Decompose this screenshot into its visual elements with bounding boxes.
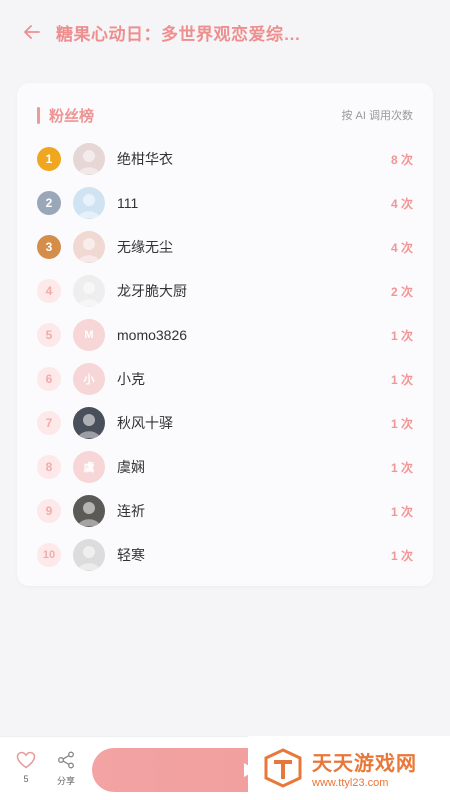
fan-name: 虞娴 [117, 459, 145, 475]
rank-badge: 10 [37, 543, 61, 567]
like-count: 5 [23, 774, 29, 784]
fan-ranking-card: 粉丝榜 按 AI 调用次数 1 绝柑华衣 8 次 2 111 4 次 3 无缘无尘 4 次 4 龙牙… [17, 83, 433, 586]
fan-name: 轻寒 [117, 547, 145, 563]
fan-row[interactable]: 10 轻寒 1 次 [17, 533, 433, 577]
avatar[interactable]: 虞 [73, 451, 105, 483]
fan-name: momo3826 [117, 327, 188, 343]
usage-count: 1 次 [390, 328, 413, 343]
avatar[interactable] [73, 187, 105, 219]
fan-row[interactable]: 2 111 4 次 [17, 181, 433, 225]
header: 糖果心动日：多世界观恋爱综… [0, 0, 450, 64]
avatar[interactable] [73, 407, 105, 439]
fan-row[interactable]: 7 秋风十驿 1 次 [17, 401, 433, 445]
rank-badge: 4 [37, 279, 61, 303]
fan-name: 无缘无尘 [117, 239, 173, 255]
avatar[interactable] [73, 275, 105, 307]
fan-row[interactable]: 4 龙牙脆大厨 2 次 [17, 269, 433, 313]
avatar[interactable] [73, 143, 105, 175]
avatar-letter: 小 [83, 374, 95, 386]
usage-count: 2 次 [390, 284, 413, 299]
usage-count: 1 次 [390, 460, 413, 475]
watermark-url: www.ttyl23.com [312, 777, 389, 789]
share-button[interactable]: 分享 [51, 751, 81, 787]
avatar-letter: M [84, 329, 94, 341]
avatar[interactable]: M [73, 319, 105, 351]
fan-row[interactable]: 9 连祈 1 次 [17, 489, 433, 533]
fan-name: 龙牙脆大厨 [117, 283, 187, 299]
heart-icon [16, 751, 36, 769]
watermark-name: 天天游戏网 [312, 753, 417, 775]
rank-badge: 9 [37, 499, 61, 523]
usage-count: 1 次 [390, 504, 413, 519]
rank-badge: 3 [37, 235, 61, 259]
rank-badge: 6 [37, 367, 61, 391]
usage-count: 4 次 [390, 196, 413, 211]
fan-name: 绝柑华衣 [117, 151, 173, 167]
usage-count: 1 次 [390, 548, 413, 563]
fan-row[interactable]: 3 无缘无尘 4 次 [17, 225, 433, 269]
watermark: 天天游戏网 www.ttyl23.com [248, 736, 450, 800]
fan-row[interactable]: 6 小 小克 1 次 [17, 357, 433, 401]
usage-count: 8 次 [390, 152, 413, 167]
usage-count: 1 次 [390, 416, 413, 431]
share-icon [58, 751, 74, 769]
card-title: 粉丝榜 [49, 107, 95, 125]
avatar[interactable]: 小 [73, 363, 105, 395]
rank-badge: 2 [37, 191, 61, 215]
fan-name: 小克 [117, 371, 145, 387]
rank-badge: 5 [37, 323, 61, 347]
page-title: 糖果心动日：多世界观恋爱综… [56, 24, 301, 44]
like-button[interactable]: 5 [11, 751, 41, 784]
rank-badge: 1 [37, 147, 61, 171]
card-title-wrap: 粉丝榜 [37, 105, 94, 126]
fan-row[interactable]: 8 虞 虞娴 1 次 [17, 445, 433, 489]
fan-name: 连祈 [117, 503, 145, 519]
usage-count: 4 次 [390, 240, 413, 255]
usage-count: 1 次 [390, 372, 413, 387]
fan-row[interactable]: 1 绝柑华衣 8 次 [17, 137, 433, 181]
fan-row[interactable]: 5 Mmomo3826 1 次 [17, 313, 433, 357]
title-accent-bar [37, 106, 40, 124]
arrow-left-icon[interactable] [22, 22, 42, 42]
avatar[interactable] [73, 539, 105, 571]
fan-name: 秋风十驿 [117, 415, 173, 431]
sort-label: 按 AI 调用次数 [341, 110, 413, 122]
avatar[interactable] [73, 231, 105, 263]
fan-name: 111 [117, 195, 139, 211]
watermark-text: 天天游戏网 www.ttyl23.com [312, 747, 417, 789]
share-label: 分享 [56, 776, 75, 786]
watermark-logo-icon [264, 748, 302, 788]
rank-badge: 8 [37, 455, 61, 479]
avatar-letter: 虞 [83, 462, 95, 474]
rank-badge: 7 [37, 411, 61, 435]
avatar[interactable] [73, 495, 105, 527]
